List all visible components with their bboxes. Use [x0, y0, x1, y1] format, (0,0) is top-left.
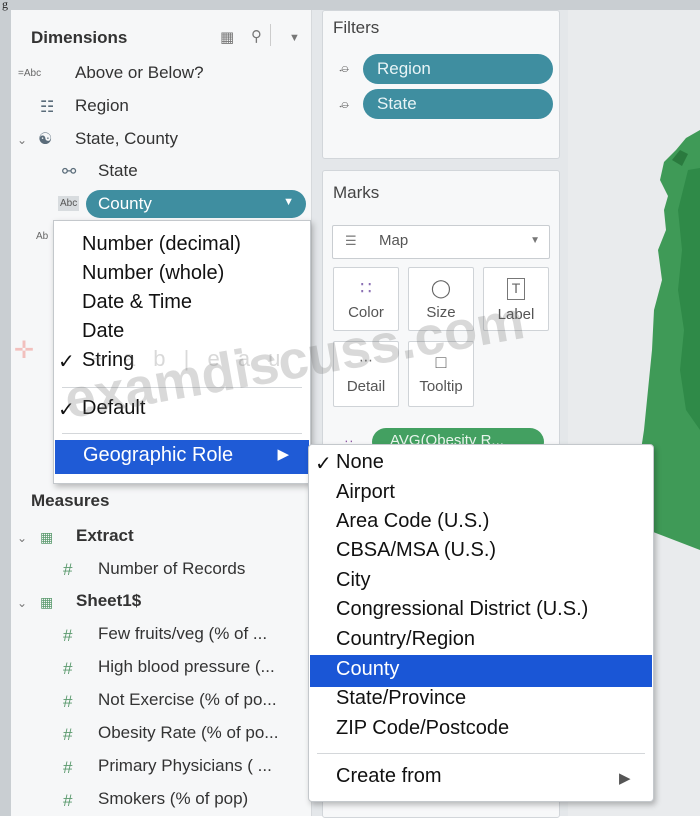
- caption-text: g: [2, 0, 8, 11]
- filter-pill-region[interactable]: Region: [363, 54, 553, 84]
- field-number-of-records[interactable]: Number of Records: [98, 559, 245, 579]
- size-icon: ◯: [430, 278, 452, 298]
- number-type-icon: #: [63, 791, 73, 810]
- field-obesity-rate[interactable]: Obesity Rate (% of po...: [98, 723, 278, 743]
- map-icon: ☰: [345, 233, 357, 248]
- submenu-arrow-icon: ▶: [619, 770, 631, 787]
- menu-date[interactable]: Date: [82, 320, 124, 343]
- field-above-or-below[interactable]: Above or Below?: [75, 63, 204, 83]
- field-state[interactable]: State: [98, 161, 138, 181]
- extract-folder[interactable]: Extract: [76, 526, 134, 546]
- submenu-create-from[interactable]: Create from: [336, 765, 442, 788]
- filter-icon: ⌮: [339, 96, 350, 112]
- submenu-congressional-district[interactable]: Congressional District (U.S.): [336, 598, 588, 621]
- pane-menu-dropdown-icon[interactable]: ▼: [289, 32, 300, 44]
- menu-divider: [62, 433, 302, 434]
- chevron-down-icon[interactable]: ▼: [283, 196, 294, 208]
- number-type-icon: #: [63, 626, 73, 645]
- submenu-state-province[interactable]: State/Province: [336, 687, 466, 710]
- calc-string-icon: =Abc: [18, 68, 42, 79]
- checkmark-icon: ✓: [315, 453, 332, 475]
- menu-divider: [317, 753, 645, 754]
- table-icon: ▦: [40, 529, 54, 545]
- field-smokers[interactable]: Smokers (% of pop): [98, 789, 248, 809]
- field-not-exercise[interactable]: Not Exercise (% of po...: [98, 690, 277, 710]
- submenu-none[interactable]: None: [336, 451, 384, 474]
- number-type-icon: #: [63, 659, 73, 678]
- submenu-cbsa-msa[interactable]: CBSA/MSA (U.S.): [336, 539, 496, 562]
- globe-icon: ⚯: [62, 162, 77, 181]
- sheet1-folder[interactable]: Sheet1$: [76, 591, 141, 611]
- county-pill-label: County: [98, 194, 152, 213]
- mark-type-select[interactable]: ☰ Map ▼: [332, 225, 550, 259]
- measures-title: Measures: [31, 491, 110, 510]
- menu-date-time[interactable]: Date & Time: [82, 291, 192, 314]
- toolbar-divider: [270, 24, 271, 46]
- number-type-icon: #: [63, 560, 73, 579]
- hierarchy-icon: ☯: [38, 131, 53, 148]
- menu-number-decimal[interactable]: Number (decimal): [82, 233, 241, 256]
- filter-pill-state[interactable]: State: [363, 89, 553, 119]
- geographic-role-submenu: ✓ None Airport Area Code (U.S.) CBSA/MSA…: [308, 444, 654, 802]
- number-type-icon: #: [63, 758, 73, 777]
- field-few-fruits-veg[interactable]: Few fruits/veg (% of ...: [98, 624, 267, 644]
- submenu-country-region[interactable]: Country/Region: [336, 628, 475, 651]
- county-field-pill[interactable]: County ▼: [86, 190, 306, 218]
- field-primary-physicians[interactable]: Primary Physicians ( ...: [98, 756, 272, 776]
- number-type-icon: #: [63, 692, 73, 711]
- table-icon: ▦: [40, 594, 54, 610]
- marks-title: Marks: [333, 183, 380, 202]
- field-type-icon-peek: Ab: [36, 231, 49, 242]
- filters-title: Filters: [333, 18, 380, 37]
- filter-pill-label: State: [377, 94, 417, 113]
- field-state-county-hierarchy[interactable]: State, County: [75, 129, 178, 149]
- collapse-caret-icon[interactable]: ⌄: [17, 531, 27, 545]
- submenu-zip-code[interactable]: ZIP Code/Postcode: [336, 717, 509, 740]
- string-type-icon: Abc: [58, 196, 80, 211]
- filter-icon: ⌮: [339, 60, 350, 76]
- view-columns-icon[interactable]: ▦: [220, 28, 234, 46]
- chevron-down-icon: ▼: [530, 235, 540, 246]
- menu-number-whole[interactable]: Number (whole): [82, 262, 224, 285]
- geographic-role-label: Geographic Role: [83, 444, 234, 466]
- search-icon[interactable]: ⚲: [251, 27, 262, 45]
- submenu-arrow-icon: ▶: [277, 446, 289, 463]
- submenu-county[interactable]: County: [336, 658, 399, 681]
- submenu-airport[interactable]: Airport: [336, 481, 395, 504]
- number-type-icon: #: [63, 725, 73, 744]
- color-dots-icon: ∷: [360, 278, 372, 298]
- mark-type-label: Map: [379, 232, 409, 249]
- field-region[interactable]: Region: [75, 96, 129, 116]
- tableau-logo-icon: ✛: [14, 337, 35, 364]
- submenu-city[interactable]: City: [336, 569, 370, 592]
- collapse-caret-icon[interactable]: ⌄: [17, 133, 27, 147]
- submenu-area-code[interactable]: Area Code (U.S.): [336, 510, 489, 533]
- menu-geographic-role[interactable]: Geographic Role ▶: [55, 440, 309, 474]
- collapse-caret-icon[interactable]: ⌄: [17, 596, 27, 610]
- filter-pill-label: Region: [377, 59, 431, 78]
- dimensions-title: Dimensions: [31, 28, 128, 47]
- field-high-blood-pressure[interactable]: High blood pressure (...: [98, 657, 275, 677]
- geo-group-icon: ☷: [40, 99, 55, 116]
